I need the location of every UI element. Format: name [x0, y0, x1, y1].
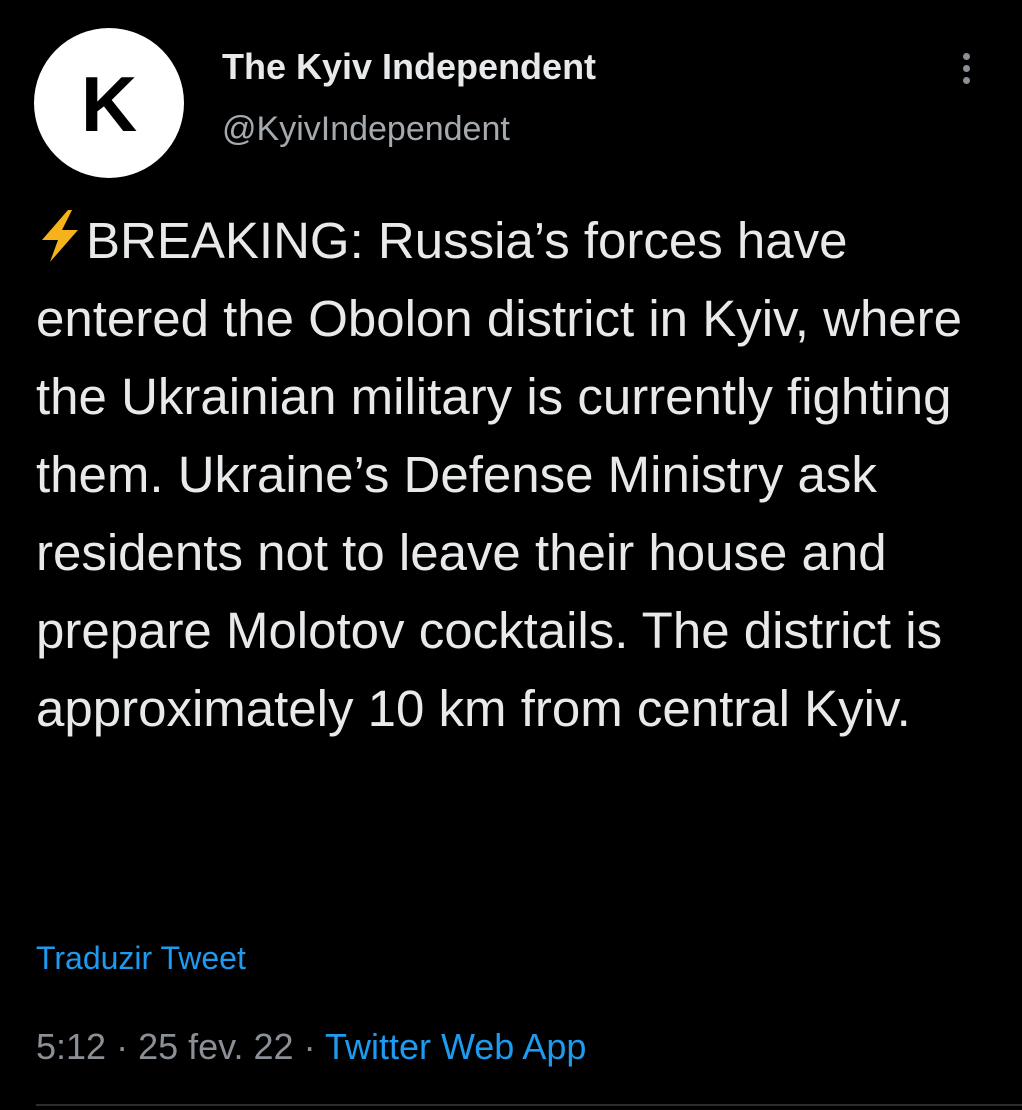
more-options-button[interactable] — [944, 46, 988, 90]
tweet-text: BREAKING: Russia’s forces have entered t… — [36, 212, 977, 737]
avatar[interactable]: K — [34, 28, 184, 178]
divider — [36, 1104, 1022, 1106]
author-handle[interactable]: @KyivIndependent — [222, 110, 510, 149]
translate-tweet-link[interactable]: Traduzir Tweet — [36, 940, 246, 977]
tweet-card: K The Kyiv Independent @KyivIndependent … — [0, 0, 1022, 1110]
more-dot-icon — [962, 76, 970, 84]
author-display-name[interactable]: The Kyiv Independent — [222, 46, 596, 88]
meta-separator: · — [116, 1026, 129, 1067]
tweet-meta: 5:12 · 25 fev. 22 · Twitter Web App — [36, 1026, 586, 1068]
meta-separator: · — [303, 1026, 316, 1067]
tweet-source-link[interactable]: Twitter Web App — [325, 1026, 586, 1067]
avatar-logo-letter: K — [80, 60, 138, 148]
tweet-date[interactable]: 25 fev. 22 — [138, 1026, 293, 1067]
tweet-body: BREAKING: Russia’s forces have entered t… — [36, 202, 996, 748]
high-voltage-icon — [42, 210, 78, 262]
more-dot-icon — [962, 64, 970, 72]
more-dot-icon — [962, 52, 970, 60]
tweet-time[interactable]: 5:12 — [36, 1026, 106, 1067]
